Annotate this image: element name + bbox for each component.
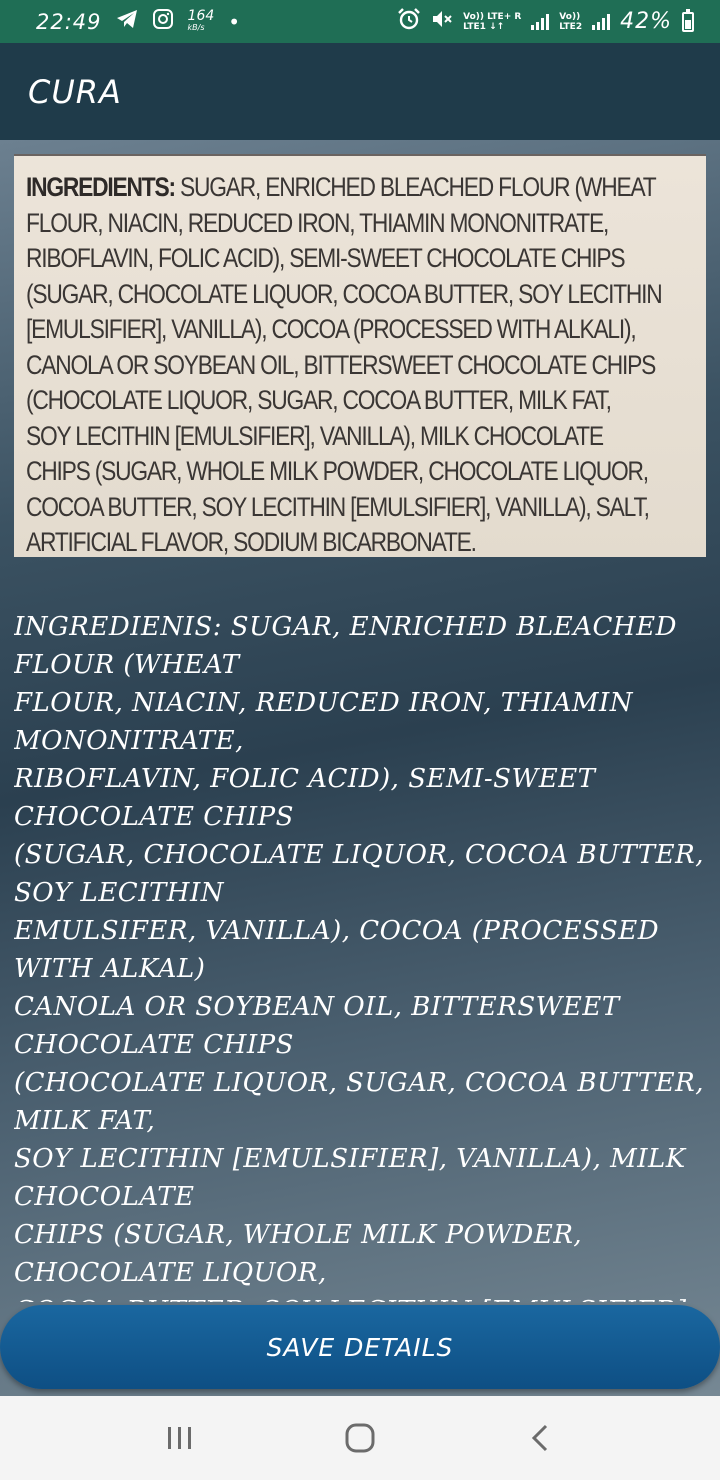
photo-line: [EMULSIFIER], VANILLA), COCOA (PROCESSED… — [26, 314, 637, 344]
photo-line: RIBOFLAVIN, FOLIC ACID), SEMI-SWEET CHOC… — [26, 243, 626, 273]
battery-percent: 42% — [620, 9, 672, 34]
screen: 22:49 164 kB/s • Vo)) LTE+ R LTE1 ↓↑ Vo)… — [0, 0, 720, 1480]
app-title: CURA — [28, 72, 122, 111]
signal-icon-2 — [592, 13, 611, 30]
photo-line: (SUGAR, CHOCOLATE LIQUOR, COCOA BUTTER, … — [26, 278, 663, 309]
photo-label-text: INGREDIENTS: SUGAR, ENRICHED BLEACHED FL… — [26, 170, 705, 557]
mute-icon — [431, 8, 453, 35]
status-bar: 22:49 164 kB/s • Vo)) LTE+ R LTE1 ↓↑ Vo)… — [0, 0, 720, 43]
instagram-icon — [152, 8, 174, 35]
battery-icon — [682, 8, 694, 32]
app-bar: CURA — [0, 43, 720, 140]
recents-icon[interactable] — [150, 1408, 210, 1468]
back-icon[interactable] — [510, 1408, 570, 1468]
sim2-net: Vo)) — [559, 11, 581, 22]
sim2-label: Vo)) LTE2 — [559, 12, 582, 32]
status-right: Vo)) LTE+ R LTE1 ↓↑ Vo)) LTE2 42% — [397, 8, 694, 35]
sim1-sub: LTE1 ↓↑ — [463, 21, 505, 32]
alarm-icon — [397, 8, 421, 35]
save-details-button[interactable]: SAVE DETAILS — [0, 1305, 720, 1389]
photo-line: FLOUR, NIACIN, REDUCED IRON, THIAMIN MON… — [26, 207, 609, 238]
status-time: 22:49 — [36, 9, 102, 34]
status-left: 22:49 164 kB/s • — [36, 8, 240, 35]
photo-line: CANOLA OR SOYBEAN OIL, BITTERSWEET CHOCO… — [26, 349, 656, 380]
network-speed-unit: kB/s — [187, 22, 205, 32]
photo-line: INGREDIENTS: SUGAR, ENRICHED BLEACHED FL… — [26, 172, 657, 202]
photo-line: CHIPS (SUGAR, WHOLE MILK POWDER, CHOCOLA… — [26, 456, 649, 486]
main-content: INGREDIENTS: SUGAR, ENRICHED BLEACHED FL… — [0, 140, 720, 1396]
sim2-sub: LTE2 — [559, 21, 583, 32]
navigation-bar — [0, 1396, 720, 1480]
ocr-result-text[interactable]: INGREDIENIS: SUGAR, ENRICHED BLEACHED FL… — [14, 608, 710, 1302]
photo-heading: INGREDIENTS: — [26, 172, 176, 202]
signal-icon — [531, 13, 550, 30]
notification-dot: • — [228, 9, 241, 34]
photo-line: SOY LECITHIN [EMULSIFIER], VANILLA), MIL… — [26, 420, 604, 451]
photo-line: COCOA BUTTER, SOY LECITHIN [EMULSIFIER],… — [26, 491, 650, 522]
sim1-label: Vo)) LTE+ R LTE1 ↓↑ — [463, 12, 521, 32]
network-speed-value: 164 — [187, 7, 215, 24]
sim1-net: Vo)) LTE+ R — [463, 11, 522, 22]
home-icon[interactable] — [330, 1408, 390, 1468]
ingredients-photo: INGREDIENTS: SUGAR, ENRICHED BLEACHED FL… — [14, 154, 706, 557]
photo-line: (CHOCOLATE LIQUOR, SUGAR, COCOA BUTTER, … — [26, 385, 612, 415]
photo-line: ARTIFICIAL FLAVOR, SODIUM BICARBONATE. — [26, 527, 477, 557]
telegram-icon — [116, 9, 138, 34]
network-speed: 164 kB/s — [187, 7, 215, 33]
